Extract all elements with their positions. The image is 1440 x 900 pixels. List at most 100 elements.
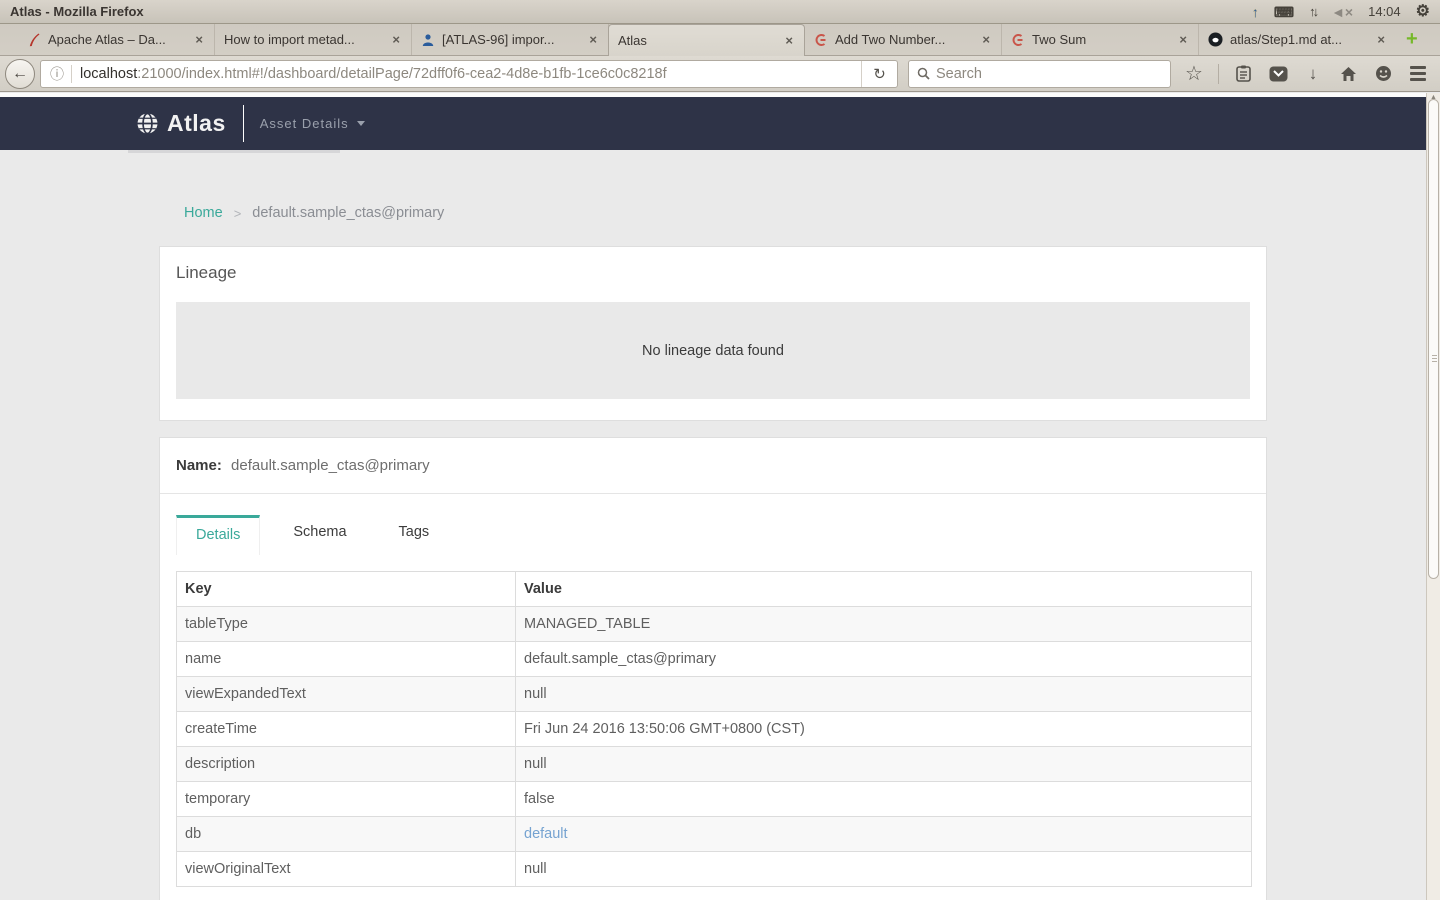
url-bar[interactable]: ⓘ localhost :21000/index.html#!/dashboar… bbox=[40, 59, 898, 88]
pocket-icon[interactable] bbox=[1267, 66, 1289, 82]
jira-icon bbox=[421, 33, 435, 47]
keyboard-layout-icon[interactable]: ⌨ bbox=[1274, 5, 1294, 19]
tab-apache-atlas[interactable]: Apache Atlas – Da... × bbox=[18, 24, 215, 55]
name-label: Name: bbox=[176, 457, 222, 474]
window-title: Atlas - Mozilla Firefox bbox=[10, 4, 144, 19]
system-tray: ↑ ⌨ ↑↓ ◄× 14:04 ⚙ bbox=[1252, 3, 1430, 20]
tab-label: Two Sum bbox=[1032, 32, 1087, 47]
lineage-empty-box: No lineage data found bbox=[176, 302, 1250, 399]
download-icon[interactable]: ↓ bbox=[1302, 64, 1324, 84]
upload-indicator-icon[interactable]: ↑ bbox=[1252, 5, 1259, 19]
table-row: tableType MANAGED_TABLE bbox=[176, 606, 1252, 642]
tab-label: How to import metad... bbox=[224, 32, 355, 47]
atlas-navbar: Atlas Asset Details bbox=[0, 97, 1426, 150]
tab-details[interactable]: Details bbox=[176, 515, 261, 555]
atlas-brand[interactable]: Atlas bbox=[137, 110, 226, 137]
tab-close-icon[interactable]: × bbox=[587, 32, 599, 47]
tab-add-two-numbers[interactable]: Add Two Number... × bbox=[805, 24, 1002, 55]
table-row: viewOriginalText null bbox=[176, 851, 1252, 887]
session-gear-icon[interactable]: ⚙ bbox=[1416, 3, 1430, 20]
clock[interactable]: 14:04 bbox=[1368, 4, 1401, 19]
tab-close-icon[interactable]: × bbox=[1375, 32, 1387, 47]
tab-label: Atlas bbox=[618, 33, 647, 48]
page-scrollbar[interactable]: ▲ bbox=[1426, 93, 1440, 900]
tab-close-icon[interactable]: × bbox=[783, 33, 795, 48]
back-button[interactable]: ← bbox=[5, 58, 35, 89]
asset-details-menu[interactable]: Asset Details bbox=[260, 116, 365, 131]
reload-button[interactable]: ↻ bbox=[861, 60, 897, 87]
tab-how-to-import[interactable]: How to import metad... × bbox=[215, 24, 412, 55]
row-value: null bbox=[515, 851, 1252, 887]
lineage-title: Lineage bbox=[176, 263, 237, 282]
apache-feather-icon bbox=[27, 33, 41, 47]
volume-muted-icon[interactable]: ◄× bbox=[1331, 5, 1353, 19]
scrollbar-thumb[interactable] bbox=[1428, 99, 1439, 579]
toolbar-divider bbox=[1218, 63, 1219, 84]
url-path: :21000/index.html#!/dashboard/detailPage… bbox=[137, 65, 667, 82]
row-value: false bbox=[515, 781, 1252, 817]
tab-tags[interactable]: Tags bbox=[380, 515, 449, 555]
table-row: temporary false bbox=[176, 781, 1252, 817]
row-key: tableType bbox=[176, 606, 516, 642]
tab-label: [ATLAS-96] impor... bbox=[442, 32, 555, 47]
brand-label: Atlas bbox=[167, 110, 226, 136]
network-activity-icon[interactable]: ↑↓ bbox=[1309, 5, 1319, 18]
system-top-bar: Atlas - Mozilla Firefox ↑ ⌨ ↑↓ ◄× 14:04 … bbox=[0, 0, 1440, 24]
tab-label: atlas/Step1.md at... bbox=[1230, 32, 1343, 47]
navigation-toolbar: ← ⓘ localhost :21000/index.html#!/dashbo… bbox=[0, 56, 1440, 92]
lineage-panel: Lineage No lineage data found bbox=[159, 246, 1267, 421]
row-key: viewExpandedText bbox=[176, 676, 516, 712]
browser-viewport: Atlas Asset Details Home > default.sampl… bbox=[0, 93, 1426, 900]
url-host: localhost bbox=[80, 65, 138, 82]
search-input[interactable] bbox=[936, 65, 1162, 82]
row-value: null bbox=[515, 676, 1252, 712]
screen: Atlas - Mozilla Firefox ↑ ⌨ ↑↓ ◄× 14:04 … bbox=[0, 0, 1440, 900]
breadcrumb-home-link[interactable]: Home bbox=[184, 205, 223, 221]
row-value: null bbox=[515, 746, 1252, 782]
breadcrumb-separator: > bbox=[233, 205, 242, 221]
asset-details-panel: Name: default.sample_ctas@primary Detail… bbox=[159, 437, 1267, 900]
asset-details-label: Asset Details bbox=[259, 116, 349, 131]
bookmark-star-icon[interactable]: ☆ bbox=[1183, 64, 1205, 84]
db-default-link[interactable]: default bbox=[515, 816, 1252, 852]
search-bar[interactable] bbox=[908, 59, 1171, 88]
tab-atlas-96-jira[interactable]: [ATLAS-96] impor... × bbox=[412, 24, 609, 55]
home-icon[interactable] bbox=[1337, 66, 1359, 82]
details-table: Key Value tableType MANAGED_TABLE name d… bbox=[176, 571, 1252, 887]
row-value: default.sample_ctas@primary bbox=[515, 641, 1252, 677]
breadcrumb: Home > default.sample_ctas@primary bbox=[184, 205, 444, 221]
asset-name-row: Name: default.sample_ctas@primary bbox=[160, 438, 1266, 494]
table-row: description null bbox=[176, 746, 1252, 782]
tab-github-step1[interactable]: atlas/Step1.md at... × bbox=[1199, 24, 1396, 55]
table-row: createTime Fri Jun 24 2016 13:50:06 GMT+… bbox=[176, 711, 1252, 747]
url-divider bbox=[71, 64, 72, 83]
menu-hamburger-icon[interactable] bbox=[1407, 66, 1429, 81]
tab-bar: Apache Atlas – Da... × How to import met… bbox=[0, 24, 1440, 56]
github-icon bbox=[1208, 32, 1223, 47]
caret-down-icon bbox=[356, 121, 365, 126]
tab-close-icon[interactable]: × bbox=[980, 32, 992, 47]
name-value: default.sample_ctas@primary bbox=[231, 457, 430, 474]
tab-close-icon[interactable]: × bbox=[1177, 32, 1189, 47]
globe-icon bbox=[137, 113, 158, 134]
new-tab-button[interactable]: + bbox=[1396, 24, 1428, 55]
tab-atlas-active[interactable]: Atlas × bbox=[608, 24, 805, 56]
table-row: viewExpandedText null bbox=[176, 676, 1252, 712]
leetcode-icon bbox=[1011, 33, 1025, 47]
row-value: Fri Jun 24 2016 13:50:06 GMT+0800 (CST) bbox=[515, 711, 1252, 747]
row-key: createTime bbox=[176, 711, 516, 747]
tab-two-sum[interactable]: Two Sum × bbox=[1002, 24, 1199, 55]
tab-close-icon[interactable]: × bbox=[193, 32, 205, 47]
feedback-smiley-icon[interactable] bbox=[1372, 65, 1394, 82]
site-info-icon[interactable]: ⓘ bbox=[41, 64, 71, 84]
row-value: MANAGED_TABLE bbox=[515, 606, 1252, 642]
tab-close-icon[interactable]: × bbox=[390, 32, 402, 47]
tab-schema[interactable]: Schema bbox=[274, 515, 365, 555]
key-column-header: Key bbox=[176, 571, 516, 607]
details-tabs: Details Schema Tags bbox=[160, 494, 1266, 555]
bookmarks-panel-icon[interactable] bbox=[1232, 65, 1254, 82]
table-row: db default bbox=[176, 816, 1252, 852]
navbar-header-underline bbox=[128, 150, 340, 153]
tab-label: Apache Atlas – Da... bbox=[48, 32, 166, 47]
tab-label: Add Two Number... bbox=[835, 32, 946, 47]
